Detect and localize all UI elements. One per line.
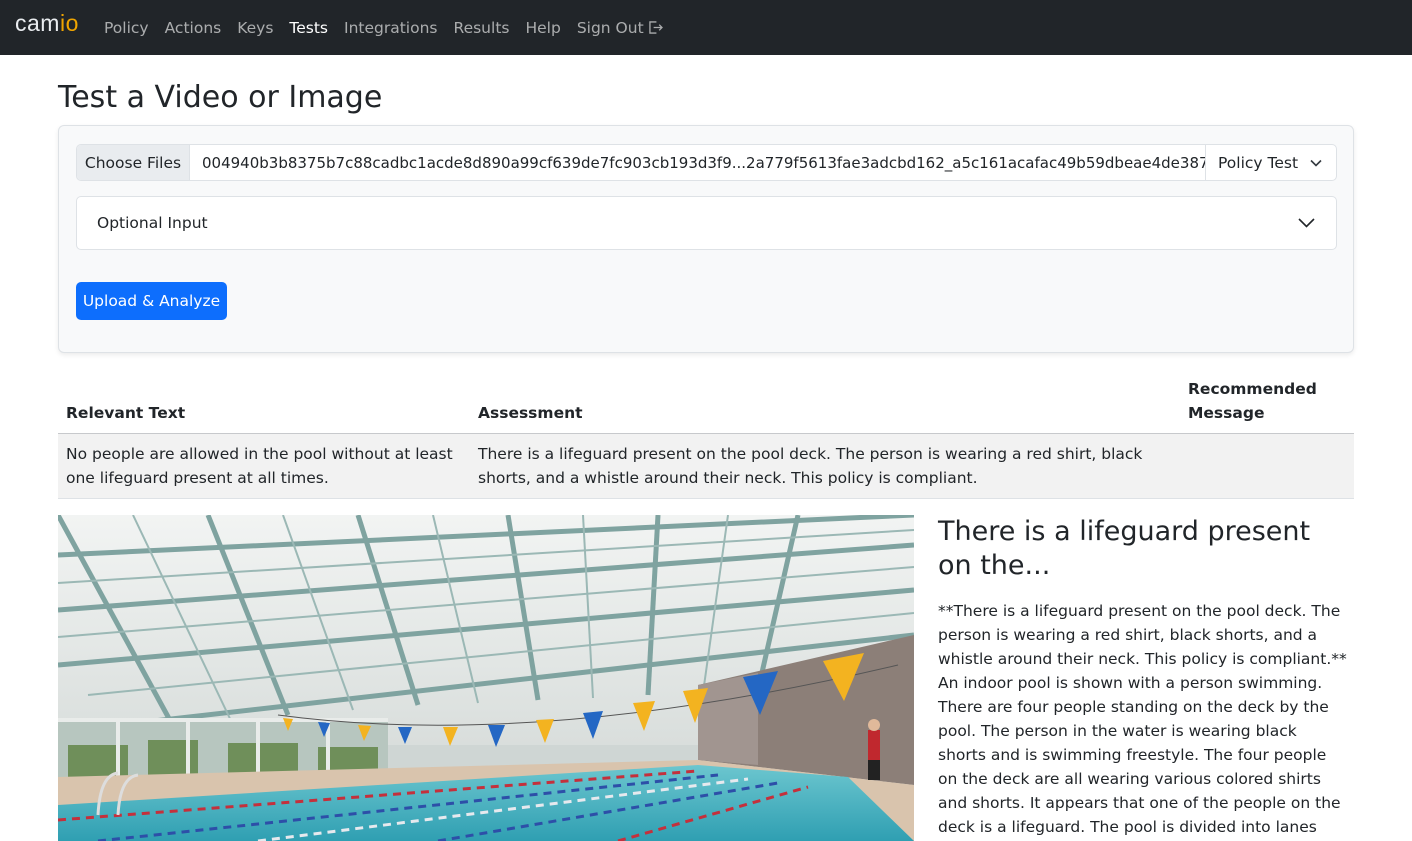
nav-sign-out[interactable]: Sign Out bbox=[577, 19, 663, 37]
table-header: Relevant Text Assessment Recommended Mes… bbox=[58, 370, 1354, 434]
nav-keys[interactable]: Keys bbox=[237, 19, 273, 37]
brand-text-accent: io bbox=[59, 10, 79, 36]
chevron-down-icon bbox=[1310, 159, 1322, 167]
chevron-down-icon bbox=[1298, 218, 1315, 228]
cell-assessment: There is a lifeguard present on the pool… bbox=[478, 445, 1143, 487]
result-description: **There is a lifeguard present on the po… bbox=[938, 602, 1347, 836]
nav-actions[interactable]: Actions bbox=[165, 19, 222, 37]
page-title: Test a Video or Image bbox=[58, 80, 383, 115]
results-table: Relevant Text Assessment Recommended Mes… bbox=[58, 370, 1354, 499]
brand-text: cam bbox=[15, 10, 60, 36]
header-assessment: Assessment bbox=[478, 404, 583, 422]
optional-input-label: Optional Input bbox=[97, 214, 208, 232]
selected-file-name[interactable]: 004940b3b8375b7c88cadbc1acde8d890a99cf63… bbox=[190, 145, 1205, 180]
upload-analyze-button[interactable]: Upload & Analyze bbox=[76, 282, 227, 320]
result-heading: There is a lifeguard present on the... bbox=[938, 516, 1311, 581]
analyzed-image bbox=[58, 515, 914, 841]
top-navbar: camio Policy Actions Keys Tests Integrat… bbox=[0, 0, 1412, 55]
table-row: No people are allowed in the pool withou… bbox=[58, 434, 1354, 499]
pool-scene-illustration bbox=[58, 515, 914, 841]
nav-integrations[interactable]: Integrations bbox=[344, 19, 437, 37]
cell-relevant-text: No people are allowed in the pool withou… bbox=[66, 445, 453, 487]
choose-files-button[interactable]: Choose Files bbox=[77, 145, 190, 180]
upload-card: Choose Files 004940b3b8375b7c88cadbc1acd… bbox=[58, 125, 1354, 353]
optional-input-accordion[interactable]: Optional Input bbox=[76, 196, 1337, 250]
header-recommended-message: Recommended Message bbox=[1188, 380, 1317, 422]
policy-select-value: Policy Test bbox=[1218, 153, 1299, 172]
nav-policy[interactable]: Policy bbox=[104, 19, 149, 37]
header-relevant-text: Relevant Text bbox=[66, 404, 186, 422]
nav-tests[interactable]: Tests bbox=[289, 19, 328, 37]
sign-out-icon bbox=[648, 20, 663, 34]
nav-links: Policy Actions Keys Tests Integrations R… bbox=[104, 0, 679, 55]
nav-results[interactable]: Results bbox=[454, 19, 510, 37]
nav-help[interactable]: Help bbox=[525, 19, 560, 37]
nav-sign-out-label: Sign Out bbox=[576, 18, 644, 37]
file-input-group: Choose Files 004940b3b8375b7c88cadbc1acd… bbox=[76, 144, 1337, 181]
policy-select[interactable]: Policy Test bbox=[1205, 145, 1336, 180]
brand-logo[interactable]: camio bbox=[15, 10, 79, 37]
